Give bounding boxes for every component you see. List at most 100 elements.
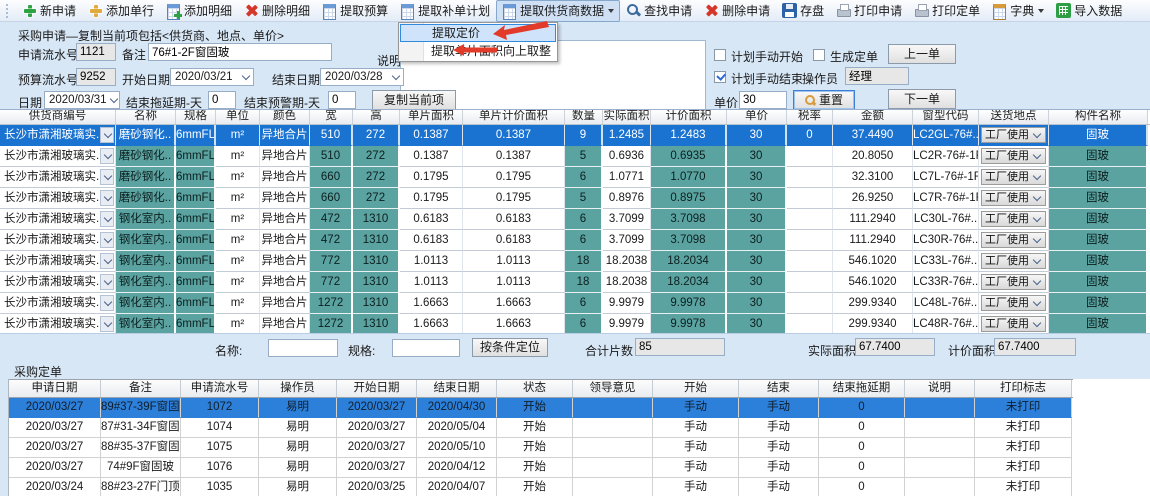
total-pieces-field[interactable]	[635, 338, 725, 356]
table-cell[interactable]: 0.6183	[400, 209, 463, 230]
table-cell[interactable]: 1.6663	[463, 314, 565, 335]
table-cell[interactable]	[787, 209, 833, 230]
supplier-combo[interactable]: 长沙市潇湘玻璃实..	[0, 188, 116, 209]
filter-name-input[interactable]	[268, 339, 338, 357]
table-cell[interactable]: 异地合片	[260, 209, 310, 230]
column-header[interactable]: 结束日期	[417, 380, 497, 397]
table-cell[interactable]: 未打印	[975, 438, 1072, 458]
table-cell[interactable]: m²	[216, 272, 260, 293]
combo-caret[interactable]	[100, 169, 114, 185]
column-header[interactable]: 状态	[497, 380, 573, 397]
table-cell[interactable]: LC7L-76#-1FO	[913, 167, 979, 188]
actual-area-field[interactable]	[855, 338, 935, 356]
table-cell[interactable]: 钢化室内..	[116, 230, 176, 251]
table-cell[interactable]: 1310	[353, 272, 400, 293]
table-cell[interactable]: 1310	[353, 293, 400, 314]
combo-caret[interactable]	[100, 295, 114, 311]
toolbar-button-11[interactable]: 打印申请	[830, 0, 908, 22]
table-cell[interactable]	[787, 293, 833, 314]
table-cell[interactable]: 89#37-39F窗固玻	[101, 398, 181, 418]
supplier-combo[interactable]: 长沙市潇湘玻璃实..	[0, 230, 116, 251]
delivery-combo[interactable]: 工厂使用	[979, 125, 1049, 146]
table-cell[interactable]: 手动	[653, 438, 739, 458]
table-cell[interactable]: 0.1387	[400, 125, 463, 146]
column-header[interactable]: 申请流水号	[181, 380, 259, 397]
table-cell[interactable]: m²	[216, 293, 260, 314]
price-area-field[interactable]	[994, 338, 1076, 356]
table-cell[interactable]	[787, 167, 833, 188]
order-row[interactable]: 2020/03/2788#35-37F窗固玻1075易明2020/03/2720…	[9, 438, 1073, 458]
table-cell[interactable]: 6	[565, 230, 603, 251]
table-cell[interactable]: 0.6183	[463, 230, 565, 251]
table-cell[interactable]: 6	[565, 209, 603, 230]
table-cell[interactable]: 易明	[259, 458, 337, 478]
copy-current-button[interactable]: 复制当前项	[372, 90, 456, 110]
table-cell[interactable]: 1035	[181, 478, 259, 496]
column-header[interactable]: 打印标志	[975, 380, 1072, 397]
table-cell[interactable]: 1272	[310, 314, 353, 335]
table-cell[interactable]: 0.6183	[463, 209, 565, 230]
delivery-combo[interactable]: 工厂使用	[979, 251, 1049, 272]
table-cell[interactable]: 异地合片	[260, 146, 310, 167]
table-cell[interactable]: 易明	[259, 398, 337, 418]
table-cell[interactable]: LC48R-76#..	[913, 314, 979, 335]
table-cell[interactable]: 固玻	[1049, 251, 1148, 272]
table-cell[interactable]: 0	[819, 458, 905, 478]
supplier-combo[interactable]: 长沙市潇湘玻璃实..	[0, 146, 116, 167]
table-cell[interactable]: 磨砂钢化..	[116, 146, 176, 167]
table-cell[interactable]: 0	[819, 398, 905, 418]
table-cell[interactable]: 0	[819, 418, 905, 438]
table-cell[interactable]: 6mmFLE..	[176, 146, 216, 167]
table-cell[interactable]: 1.0770	[651, 167, 727, 188]
table-cell[interactable]	[787, 251, 833, 272]
application-no-field[interactable]	[76, 43, 116, 61]
table-cell[interactable]: 0.1795	[400, 188, 463, 209]
table-cell[interactable]: 2020/03/27	[9, 418, 101, 438]
table-cell[interactable]: 固玻	[1049, 230, 1148, 251]
table-cell[interactable]: m²	[216, 188, 260, 209]
column-header[interactable]: 宽	[310, 110, 353, 124]
start-date-combo[interactable]: 2020/03/21	[170, 68, 254, 86]
table-cell[interactable]: 0.8976	[603, 188, 651, 209]
column-header[interactable]: 开始	[653, 380, 739, 397]
column-header[interactable]: 结束拖延期	[819, 380, 905, 397]
table-cell[interactable]: 2020/04/07	[417, 478, 497, 496]
table-cell[interactable]: LC2R-76#-1F	[913, 146, 979, 167]
table-cell[interactable]: 1.2485	[603, 125, 651, 146]
table-cell[interactable]: 0.1795	[463, 167, 565, 188]
table-cell[interactable]: 9	[565, 125, 603, 146]
table-cell[interactable]: 0.6936	[603, 146, 651, 167]
toolbar-button-4[interactable]: 删除明细	[238, 0, 316, 22]
locate-by-condition-button[interactable]: 按条件定位	[472, 338, 548, 357]
table-cell[interactable]: 手动	[739, 418, 819, 438]
table-cell[interactable]: 272	[353, 125, 400, 146]
table-cell[interactable]	[573, 478, 653, 496]
table-cell[interactable]: 20.8050	[833, 146, 913, 167]
date-combo[interactable]: 2020/03/31	[44, 91, 120, 109]
table-cell[interactable]: 660	[310, 188, 353, 209]
column-header[interactable]: 操作员	[259, 380, 337, 397]
table-cell[interactable]: 9.9978	[651, 314, 727, 335]
column-header[interactable]: 供货商编号	[0, 110, 116, 124]
table-cell[interactable]: 299.9340	[833, 314, 913, 335]
table-cell[interactable]: 钢化室内..	[116, 293, 176, 314]
generate-order-checkbox[interactable]	[813, 49, 825, 61]
toolbar-button-12[interactable]: 打印定单	[908, 0, 986, 22]
combo-caret[interactable]	[100, 253, 114, 269]
delivery-combo[interactable]: 工厂使用	[979, 167, 1049, 188]
table-cell[interactable]: LC48L-76#..	[913, 293, 979, 314]
table-cell[interactable]: 1.0771	[603, 167, 651, 188]
supplier-combo[interactable]: 长沙市潇湘玻璃实..	[0, 314, 116, 335]
delivery-combo[interactable]: 工厂使用	[979, 209, 1049, 230]
table-cell[interactable]: 易明	[259, 438, 337, 458]
table-cell[interactable]: 1.2483	[651, 125, 727, 146]
table-cell[interactable]: 9.9979	[603, 314, 651, 335]
supplier-combo[interactable]: 长沙市潇湘玻璃实..	[0, 209, 116, 230]
table-cell[interactable]: 手动	[739, 398, 819, 418]
toolbar-button-1[interactable]: 新申请	[16, 0, 82, 22]
table-cell[interactable]: 0.6935	[651, 146, 727, 167]
table-cell[interactable]: m²	[216, 167, 260, 188]
table-row[interactable]: 长沙市潇湘玻璃实..钢化室内..6mmFLE..m²异地合片127213101.…	[0, 293, 1150, 314]
delivery-combo[interactable]: 工厂使用	[979, 293, 1049, 314]
table-cell[interactable]: 1310	[353, 314, 400, 335]
